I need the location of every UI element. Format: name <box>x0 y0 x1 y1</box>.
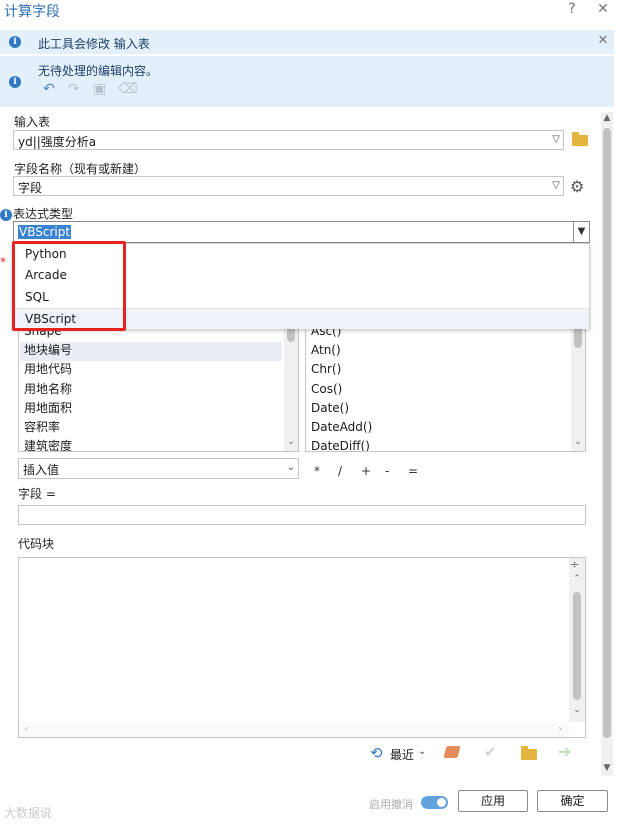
field-name-label: 字段名称（现有或新建） <box>14 162 147 176</box>
expression-label: 字段 = <box>18 487 56 501</box>
required-marker: * <box>0 255 6 269</box>
info-edits-text: 无待处理的编辑内容。 <box>38 64 159 78</box>
list-item[interactable]: 用地面积 <box>24 399 72 418</box>
field-name-value: 字段 <box>18 181 43 195</box>
expression-type-value: VBScript <box>18 225 72 239</box>
chevron-down-icon[interactable]: ▽ <box>552 180 560 191</box>
input-table-field[interactable]: yd||强度分析a ▽ <box>13 130 564 150</box>
expression-input[interactable] <box>18 505 586 525</box>
expression-type-label: 表达式类型 <box>13 207 74 221</box>
split-icon[interactable]: ÷ <box>570 558 579 571</box>
list-item[interactable]: DateDiff() <box>311 437 370 451</box>
arrow-right-icon[interactable]: ➔ <box>558 742 571 761</box>
ok-button[interactable]: 确定 <box>537 790 608 812</box>
code-hscrollbar[interactable] <box>19 722 569 737</box>
discard-edits-icon[interactable]: ⌫ <box>118 81 138 97</box>
apply-button[interactable]: 应用 <box>458 790 528 812</box>
undo-toggle-label: 启用撤消 <box>369 798 413 811</box>
code-block-input[interactable] <box>18 557 586 738</box>
chevron-down-icon[interactable]: ⌄ <box>573 437 583 447</box>
chevron-down-icon[interactable]: ⌄ <box>418 746 426 757</box>
info-modify-text: 此工具会修改 输入表 <box>38 37 150 51</box>
history-icon[interactable]: ⟲ <box>370 744 383 762</box>
redo-icon[interactable]: ↷ <box>68 81 80 97</box>
undo-toggle[interactable] <box>421 796 448 809</box>
expression-type-select[interactable]: VBScript ▼ <box>13 221 590 243</box>
code-block-label: 代码块 <box>18 537 55 551</box>
chevron-down-icon[interactable]: ▼ <box>602 763 612 773</box>
check-icon[interactable]: ✔ <box>484 743 497 761</box>
operator-plus[interactable]: + <box>361 464 371 478</box>
chevron-left-icon[interactable]: ‹ <box>24 722 28 735</box>
gear-icon[interactable]: ⚙ <box>570 177 584 196</box>
list-item[interactable]: Date() <box>311 399 349 418</box>
folder-icon[interactable] <box>572 132 588 146</box>
list-item[interactable]: 建筑密度 <box>24 437 72 451</box>
recent-label[interactable]: 最近 <box>390 746 414 763</box>
list-item[interactable]: Cos() <box>311 380 342 399</box>
info-icon: i <box>0 209 12 221</box>
code-scrollbar-thumb[interactable] <box>573 592 581 700</box>
title-bar <box>0 0 620 26</box>
operator-equals[interactable]: = <box>408 464 418 478</box>
watermark: 大数据说 <box>4 806 53 820</box>
info-icon: i <box>9 36 21 48</box>
folder-icon[interactable] <box>521 746 537 760</box>
list-item[interactable]: 用地名称 <box>24 380 72 399</box>
chevron-right-icon[interactable]: › <box>558 722 562 735</box>
input-table-value: yd||强度分析a <box>18 135 97 149</box>
list-item[interactable]: 地块编号 <box>24 341 72 360</box>
undo-icon[interactable]: ↶ <box>43 81 55 97</box>
eraser-icon[interactable] <box>443 746 461 758</box>
chevron-up-icon[interactable]: ▲ <box>602 113 612 123</box>
insert-values-value: 插入值 <box>23 463 60 477</box>
chevron-down-icon[interactable]: ▽ <box>552 134 560 145</box>
operator-minus[interactable]: - <box>385 464 389 478</box>
field-name-field[interactable]: 字段 ▽ <box>13 176 564 196</box>
close-window-button[interactable]: ✕ <box>594 1 612 17</box>
chevron-down-icon[interactable]: ⌄ <box>287 462 295 473</box>
help-button[interactable]: ? <box>563 1 581 17</box>
chevron-down-icon[interactable]: ▼ <box>573 222 589 242</box>
info-icon: i <box>9 76 21 88</box>
highlight-box <box>12 241 126 331</box>
chevron-down-icon[interactable]: ⌄ <box>286 437 296 447</box>
chevron-down-icon[interactable]: ⌄ <box>572 705 582 715</box>
insert-values-select[interactable]: 插入值 ⌄ <box>18 458 299 479</box>
close-info-button[interactable]: ✕ <box>594 33 612 48</box>
list-item[interactable]: DateAdd() <box>311 418 372 437</box>
save-edits-icon[interactable]: ▣ <box>93 81 106 97</box>
operator-multiply[interactable]: * <box>314 464 320 478</box>
list-item[interactable]: Atn() <box>311 341 341 360</box>
list-item[interactable]: 用地代码 <box>24 360 72 379</box>
list-item[interactable]: 容积率 <box>24 418 60 437</box>
panel-scrollbar-thumb[interactable] <box>603 128 611 738</box>
list-item[interactable]: Chr() <box>311 360 341 379</box>
window-title: 计算字段 <box>4 4 60 20</box>
operator-divide[interactable]: / <box>338 464 342 478</box>
chevron-up-icon[interactable]: ⌃ <box>572 574 582 584</box>
input-table-label: 输入表 <box>14 115 51 129</box>
